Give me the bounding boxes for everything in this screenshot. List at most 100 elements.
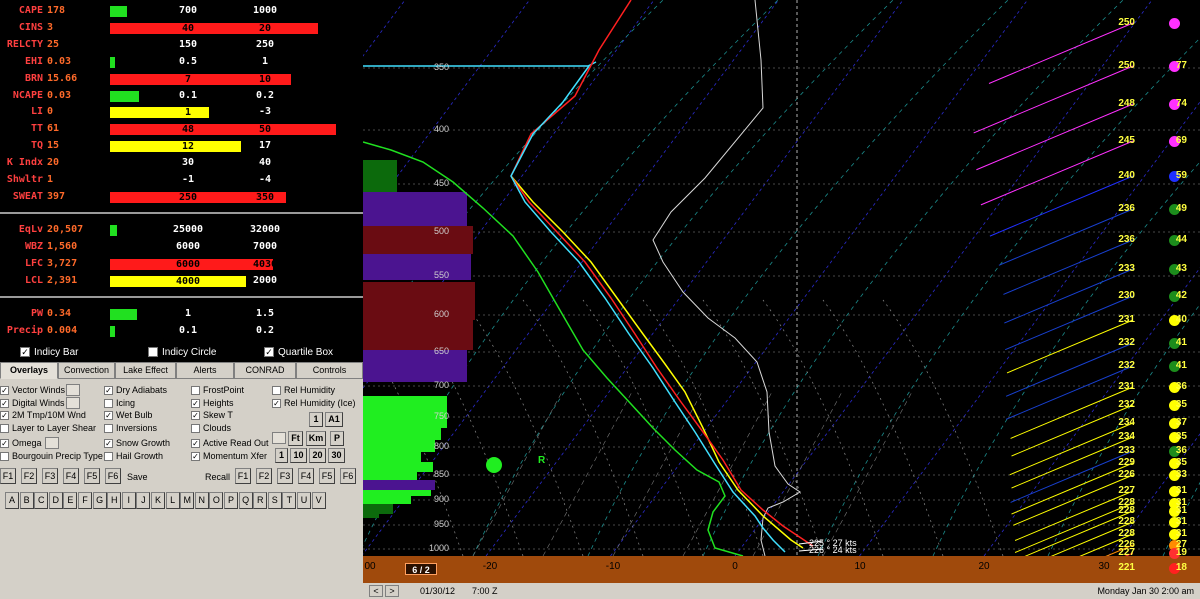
checkbox[interactable]: ✓ xyxy=(191,451,200,461)
option-button-n1[interactable]: 1 xyxy=(275,448,288,463)
checkbox[interactable]: ✓ xyxy=(104,439,113,449)
recall-slot-f1[interactable]: F1 xyxy=(235,468,251,484)
overlay-option[interactable]: ✓ Momentum Xfer xyxy=(191,450,267,462)
overlay-option[interactable]: Rel Humidity xyxy=(272,384,335,396)
letter-button-n[interactable]: N xyxy=(194,492,209,509)
checkbox[interactable]: ✓ xyxy=(0,411,9,421)
letter-button-v[interactable]: V xyxy=(311,492,326,509)
letter-button-s[interactable]: S xyxy=(267,492,282,509)
letter-button-q[interactable]: Q xyxy=(238,492,253,509)
tab-alerts[interactable]: Alerts xyxy=(176,362,234,379)
overlay-option[interactable]: ✓ Omega xyxy=(0,437,42,449)
save-slot-f4[interactable]: F4 xyxy=(63,468,79,484)
overlay-option[interactable]: ✓ Wet Bulb xyxy=(104,409,152,421)
checkbox[interactable]: ✓ xyxy=(0,386,9,396)
skew-t-canvas[interactable] xyxy=(363,0,1200,583)
save-slot-f1[interactable]: F1 xyxy=(0,468,16,484)
letter-button-c[interactable]: C xyxy=(34,492,49,509)
checkbox[interactable] xyxy=(0,423,9,433)
letter-button-g[interactable]: G xyxy=(92,492,107,509)
letter-button-m[interactable]: M xyxy=(180,492,195,509)
checkbox[interactable]: ✓ xyxy=(0,398,9,408)
overlay-option[interactable]: Layer to Layer Shear xyxy=(0,422,96,434)
next-time-button[interactable]: > xyxy=(385,585,399,597)
overlay-option[interactable]: ✓ Skew T xyxy=(191,409,233,421)
letter-button-f[interactable]: F xyxy=(78,492,92,509)
letter-button-h[interactable]: H xyxy=(107,492,122,509)
skew-t-diagram[interactable]: 350 400 450 500 550 600 650 700 750 800 850 900 950 1… xyxy=(363,0,1200,583)
tab-conrad[interactable]: CONRAD xyxy=(234,362,296,379)
display-option-0[interactable]: ✓ Indicy Bar xyxy=(20,347,78,358)
recall-slot-f2[interactable]: F2 xyxy=(256,468,272,484)
letter-button-o[interactable]: O xyxy=(209,492,224,509)
digital-winds-settings-button[interactable] xyxy=(66,397,80,409)
checkbox[interactable]: ✓ xyxy=(20,347,30,358)
overlay-option[interactable]: Icing xyxy=(104,397,135,409)
save-slot-f6[interactable]: F6 xyxy=(105,468,121,484)
option-button-p[interactable]: P xyxy=(330,431,344,446)
letter-button-e[interactable]: E xyxy=(63,492,78,509)
checkbox[interactable] xyxy=(148,347,158,358)
tab-controls[interactable]: Controls xyxy=(296,362,363,379)
recall-slot-f6[interactable]: F6 xyxy=(340,468,356,484)
checkbox[interactable]: ✓ xyxy=(191,398,200,408)
letter-button-i[interactable]: I xyxy=(121,492,136,509)
checkbox[interactable]: ✓ xyxy=(191,411,200,421)
option-button-ft[interactable]: Ft xyxy=(288,431,303,446)
overlay-option[interactable]: Clouds xyxy=(191,422,231,434)
checkbox[interactable]: ✓ xyxy=(191,439,200,449)
overlay-option[interactable]: ✓ Rel Humidity (Ice) xyxy=(272,397,356,409)
overlay-option[interactable]: ✓ Dry Adiabats xyxy=(104,384,167,396)
option-button-n10[interactable]: 10 xyxy=(290,448,307,463)
checkbox[interactable] xyxy=(104,398,113,408)
overlay-option[interactable]: ✓ Active Read Out xyxy=(191,437,269,449)
overlay-option[interactable]: Inversions xyxy=(104,422,157,434)
tab-lake-effect[interactable]: Lake Effect xyxy=(115,362,176,379)
save-slot-f2[interactable]: F2 xyxy=(21,468,37,484)
letter-button-r[interactable]: R xyxy=(253,492,268,509)
recall-slot-f3[interactable]: F3 xyxy=(277,468,293,484)
overlay-option[interactable]: ✓ Snow Growth xyxy=(104,437,170,449)
prev-time-button[interactable]: < xyxy=(369,585,383,597)
letter-button-p[interactable]: P xyxy=(224,492,238,509)
overlay-option[interactable]: Bourgouin Precip Type xyxy=(0,450,103,462)
letter-button-d[interactable]: D xyxy=(48,492,63,509)
letter-button-t[interactable]: T xyxy=(282,492,297,509)
checkbox[interactable]: ✓ xyxy=(0,439,9,449)
checkbox[interactable] xyxy=(0,451,9,461)
checkbox[interactable]: ✓ xyxy=(104,386,113,396)
tab-convection[interactable]: Convection xyxy=(58,362,115,379)
option-button-n30[interactable]: 30 xyxy=(328,448,345,463)
overlay-option[interactable]: ✓ Heights xyxy=(191,397,234,409)
checkbox[interactable] xyxy=(272,386,281,396)
checkbox[interactable] xyxy=(191,386,200,396)
letter-button-j[interactable]: J xyxy=(136,492,151,509)
checkbox[interactable]: ✓ xyxy=(104,411,113,421)
overlay-option[interactable]: ✓ Vector Winds xyxy=(0,384,65,396)
letter-button-b[interactable]: B xyxy=(19,492,34,509)
checkbox[interactable] xyxy=(104,451,113,461)
save-slot-f3[interactable]: F3 xyxy=(42,468,58,484)
letter-button-u[interactable]: U xyxy=(297,492,311,509)
overlay-option[interactable]: Hail Growth xyxy=(104,450,163,462)
display-option-1[interactable]: Indicy Circle xyxy=(148,347,216,358)
option-button-km[interactable]: Km xyxy=(306,431,326,446)
units-settings-button[interactable] xyxy=(272,432,286,444)
checkbox[interactable] xyxy=(104,423,113,433)
option-button-a1[interactable]: A1 xyxy=(325,412,343,427)
display-option-2[interactable]: ✓ Quartile Box xyxy=(264,347,333,358)
vector-winds-settings-button[interactable] xyxy=(66,384,80,396)
letter-button-l[interactable]: L xyxy=(165,492,180,509)
omega-settings-button[interactable] xyxy=(45,437,59,449)
overlay-option[interactable]: ✓ 2M Tmp/10M Wnd xyxy=(0,409,86,421)
overlay-option[interactable]: ✓ Digital Winds xyxy=(0,397,65,409)
checkbox[interactable] xyxy=(191,423,200,433)
overlay-option[interactable]: FrostPoint xyxy=(191,384,244,396)
letter-button-a[interactable]: A xyxy=(5,492,19,509)
option-button-b1[interactable]: 1 xyxy=(309,412,323,427)
checkbox[interactable]: ✓ xyxy=(272,398,281,408)
save-slot-f5[interactable]: F5 xyxy=(84,468,100,484)
letter-button-k[interactable]: K xyxy=(151,492,165,509)
recall-slot-f4[interactable]: F4 xyxy=(298,468,314,484)
recall-slot-f5[interactable]: F5 xyxy=(319,468,335,484)
